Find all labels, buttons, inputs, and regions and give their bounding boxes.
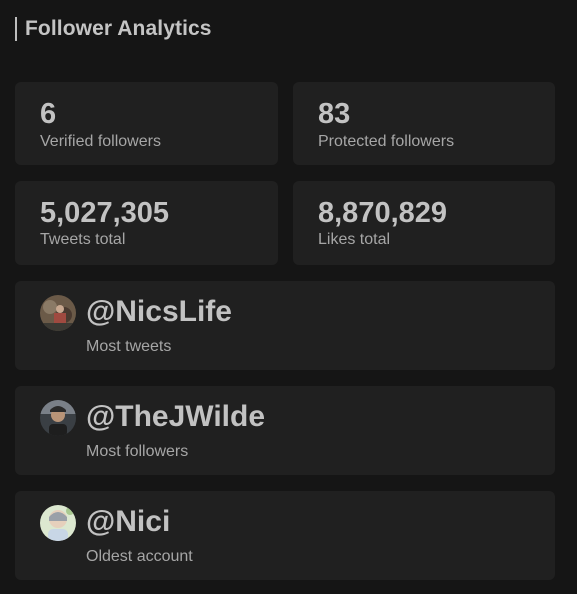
user-stat-label: Most tweets (86, 338, 172, 355)
avatar (40, 295, 76, 331)
user-card-oldest-account[interactable]: @Nici Oldest account (15, 491, 555, 580)
user-stat-label: Oldest account (86, 548, 193, 565)
user-card-most-followers[interactable]: @TheJWilde Most followers (15, 386, 555, 475)
stat-value: 5,027,305 (40, 197, 170, 229)
stat-label: Verified followers (40, 133, 161, 150)
stat-value: 6 (40, 98, 57, 130)
stat-card-protected: 83 Protected followers (293, 82, 555, 165)
stat-value: 83 (318, 98, 351, 130)
page-title: Follower Analytics (25, 17, 212, 40)
stat-card-tweets: 5,027,305 Tweets total (15, 181, 278, 265)
avatar-photo-icon (40, 400, 76, 436)
stat-label: Protected followers (318, 133, 455, 150)
user-stat-label: Most followers (86, 443, 189, 460)
avatar (40, 400, 76, 436)
user-handle[interactable]: @TheJWilde (86, 400, 265, 434)
header-accent-bar (15, 17, 17, 41)
stat-label: Tweets total (40, 231, 126, 248)
stat-card-verified: 6 Verified followers (15, 82, 278, 165)
avatar-photo-icon (40, 505, 76, 541)
user-handle[interactable]: @NicsLife (86, 295, 232, 329)
user-handle[interactable]: @Nici (86, 505, 170, 539)
stat-label: Likes total (318, 231, 391, 248)
section-header: Follower Analytics (15, 16, 212, 42)
stat-value: 8,870,829 (318, 197, 448, 229)
avatar (40, 505, 76, 541)
avatar-photo-icon (40, 295, 76, 331)
stat-card-likes: 8,870,829 Likes total (293, 181, 555, 265)
user-card-most-tweets[interactable]: @NicsLife Most tweets (15, 281, 555, 370)
